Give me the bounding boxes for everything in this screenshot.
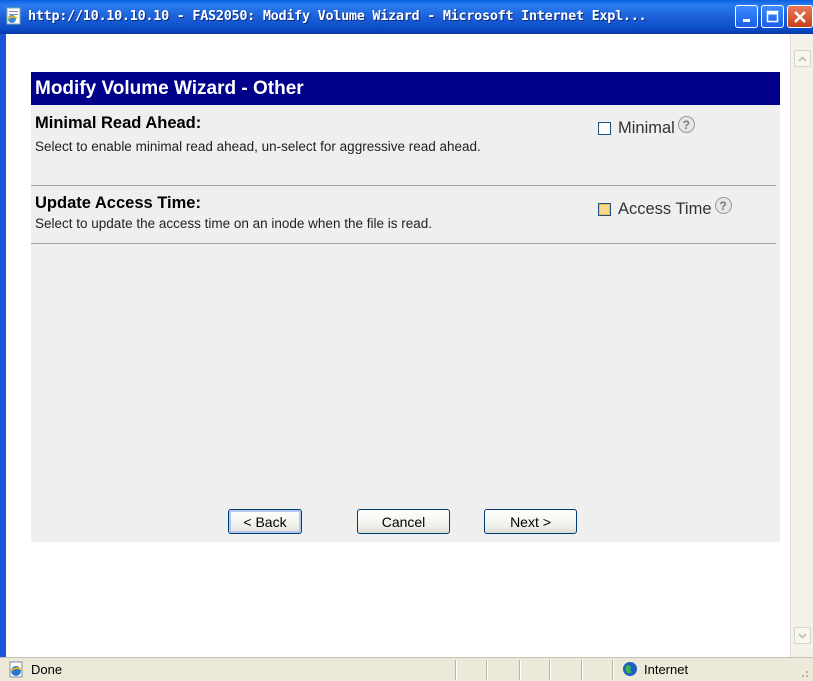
minimize-icon	[742, 18, 750, 22]
row-divider	[31, 243, 776, 244]
option-description: Select to update the access time on an i…	[35, 216, 432, 231]
window-title-bar[interactable]: http://10.10.10.10 - FAS2050: Modify Vol…	[0, 0, 813, 34]
back-button[interactable]: < Back	[228, 509, 302, 534]
help-icon[interactable]: ?	[677, 116, 695, 133]
option-title: Update Access Time:	[35, 194, 201, 212]
option-title: Minimal Read Ahead:	[35, 114, 202, 132]
minimize-button[interactable]	[735, 5, 758, 28]
minimal-option: Minimal ?	[598, 116, 695, 138]
status-bar: Done Internet	[0, 657, 813, 681]
status-text: Done	[31, 662, 63, 677]
minimal-checkbox[interactable]	[598, 122, 611, 135]
window-title: http://10.10.10.10 - FAS2050: Modify Vol…	[28, 8, 647, 24]
access-time-checkbox[interactable]	[598, 203, 611, 216]
chevron-up-icon	[798, 55, 807, 62]
status-divider	[612, 660, 613, 680]
scroll-up-button[interactable]	[794, 50, 811, 67]
maximize-icon	[766, 10, 779, 23]
internet-zone-globe-icon	[623, 662, 637, 676]
next-button[interactable]: Next >	[484, 509, 577, 534]
wizard-header: Modify Volume Wizard - Other	[31, 72, 780, 105]
access-time-option: Access Time ?	[598, 197, 732, 219]
scroll-down-button[interactable]	[794, 627, 811, 644]
security-zone-label: Internet	[644, 662, 689, 677]
cancel-button[interactable]: Cancel	[357, 509, 450, 534]
maximize-button[interactable]	[761, 5, 784, 28]
wizard-panel: Modify Volume Wizard - Other Minimal Rea…	[31, 72, 780, 542]
status-divider	[519, 660, 520, 680]
chevron-down-icon	[798, 632, 807, 639]
minimal-label[interactable]: Minimal	[618, 119, 675, 138]
status-divider	[486, 660, 487, 680]
status-divider	[549, 660, 550, 680]
vertical-scrollbar[interactable]	[790, 34, 813, 657]
option-description: Select to enable minimal read ahead, un-…	[35, 139, 481, 154]
access-time-label[interactable]: Access Time	[618, 200, 712, 219]
close-icon	[794, 10, 806, 23]
close-button[interactable]	[787, 5, 813, 28]
ie-page-icon	[9, 661, 23, 678]
row-divider	[31, 185, 776, 186]
status-divider	[581, 660, 582, 680]
resize-grip-icon[interactable]	[797, 666, 809, 678]
status-divider	[455, 660, 456, 680]
ie-page-icon	[6, 7, 21, 25]
help-icon[interactable]: ?	[714, 197, 732, 214]
